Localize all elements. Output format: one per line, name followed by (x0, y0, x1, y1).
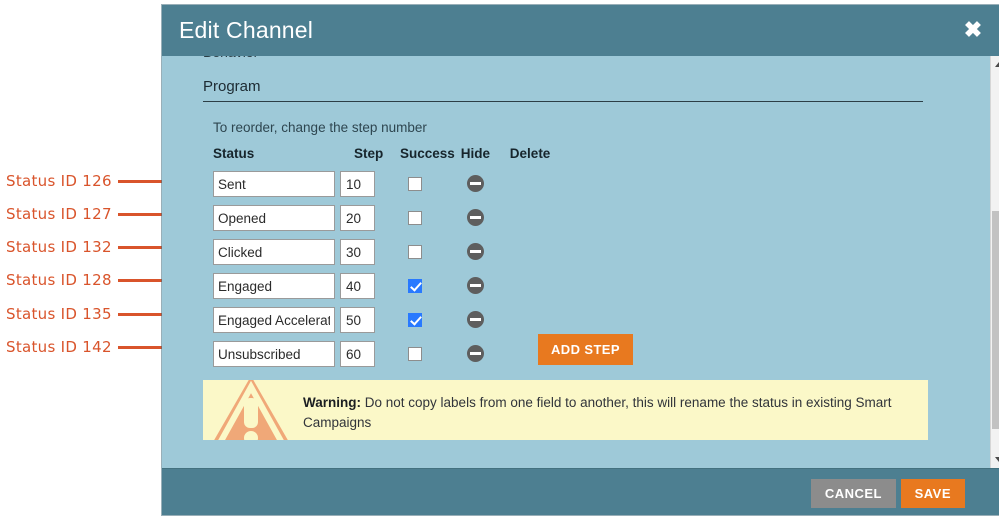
hide-cell (455, 171, 500, 205)
success-cell (390, 307, 455, 341)
cancel-button[interactable]: CANCEL (810, 479, 896, 508)
step-cell (340, 307, 390, 341)
minus-circle-icon[interactable] (466, 345, 484, 363)
annotation-label: Status ID 142 (6, 338, 112, 356)
annotation-label: Status ID 128 (6, 271, 112, 289)
minus-circle-icon[interactable] (466, 209, 484, 227)
add-step-button[interactable]: ADD STEP (538, 334, 633, 365)
annotation-label: Status ID 132 (6, 238, 112, 256)
program-field-value: Program (203, 78, 261, 95)
success-checkbox[interactable] (408, 244, 422, 259)
reorder-hint-text: To reorder, change the step number (213, 120, 427, 135)
step-input[interactable] (340, 171, 375, 197)
vertical-scrollbar[interactable] (990, 56, 999, 468)
modal-titlebar: Edit Channel ✖ (162, 5, 999, 56)
step-cell (340, 341, 390, 375)
scroll-up-arrow-icon[interactable] (991, 56, 999, 73)
step-cell (340, 239, 390, 273)
status-cell (213, 273, 340, 307)
minus-circle-icon[interactable] (466, 311, 484, 329)
step-cell (340, 171, 390, 205)
column-header-delete: Delete (509, 146, 551, 161)
scroll-down-arrow-icon[interactable] (991, 451, 999, 468)
success-checkbox[interactable] (408, 278, 422, 293)
step-input[interactable] (340, 307, 375, 333)
warning-triangle-icon (205, 380, 297, 440)
delete-cell (500, 239, 560, 273)
step-input[interactable] (340, 239, 375, 265)
warning-banner: Warning: Do not copy labels from one fie… (203, 380, 928, 440)
modal-footer: CANCEL SAVE (162, 468, 999, 515)
success-cell (390, 273, 455, 307)
annotation-label: Status ID 127 (6, 205, 112, 223)
table-row (213, 205, 560, 239)
success-checkbox[interactable] (408, 312, 422, 327)
delete-cell (500, 205, 560, 239)
delete-cell (500, 273, 560, 307)
channel-steps-table: Status Step Success Hide Delete (213, 146, 560, 375)
status-cell (213, 341, 340, 375)
program-field[interactable]: Program (203, 78, 923, 102)
step-input[interactable] (340, 341, 375, 367)
steps-table-body (213, 171, 560, 375)
column-header-step: Step (354, 146, 384, 161)
program-field-underline (203, 101, 923, 102)
success-cell (390, 341, 455, 375)
table-row (213, 341, 560, 375)
minus-circle-icon[interactable] (466, 175, 484, 193)
status-input[interactable] (213, 205, 335, 231)
table-header-row: Status Step Success Hide Delete (213, 146, 560, 171)
hide-cell (455, 239, 500, 273)
clipped-field-above-program: Behavior (203, 56, 923, 60)
status-input[interactable] (213, 307, 335, 333)
annotation-label: Status ID 126 (6, 172, 112, 190)
step-input[interactable] (340, 205, 375, 231)
hide-cell (455, 273, 500, 307)
table-row (213, 273, 560, 307)
warning-text: Warning: Do not copy labels from one fie… (303, 393, 915, 432)
hide-cell (455, 205, 500, 239)
edit-channel-modal: Edit Channel ✖ Behavior Program To reord… (162, 5, 999, 515)
modal-content: Behavior Program To reorder, change the … (162, 56, 973, 468)
step-input[interactable] (340, 273, 375, 299)
column-header-status: Status (213, 146, 255, 161)
page-title: Edit Channel (179, 17, 314, 43)
success-cell (390, 171, 455, 205)
status-cell (213, 239, 340, 273)
status-input[interactable] (213, 171, 335, 197)
status-input[interactable] (213, 341, 335, 367)
table-row (213, 307, 560, 341)
scrollbar-thumb[interactable] (992, 211, 999, 429)
hide-cell (455, 341, 500, 375)
save-button[interactable]: SAVE (900, 479, 965, 508)
success-checkbox[interactable] (408, 210, 422, 225)
status-cell (213, 307, 340, 341)
warning-body: Do not copy labels from one field to ano… (303, 395, 892, 430)
table-row (213, 239, 560, 273)
success-cell (390, 205, 455, 239)
table-row (213, 171, 560, 205)
minus-circle-icon[interactable] (466, 277, 484, 295)
success-checkbox[interactable] (408, 176, 422, 191)
close-icon[interactable]: ✖ (961, 19, 985, 43)
minus-circle-icon[interactable] (466, 243, 484, 261)
hide-cell (455, 307, 500, 341)
status-input[interactable] (213, 239, 335, 265)
warning-prefix: Warning: (303, 395, 361, 410)
column-header-hide: Hide (460, 146, 491, 161)
column-header-success: Success (400, 146, 455, 161)
status-input[interactable] (213, 273, 335, 299)
success-checkbox[interactable] (408, 346, 422, 361)
screenshot-stage: Status ID 126 Status ID 127 Status ID 132 S… (0, 0, 999, 520)
modal-body-scroll-area: Behavior Program To reorder, change the … (162, 56, 999, 468)
step-cell (340, 205, 390, 239)
status-cell (213, 171, 340, 205)
annotation-label: Status ID 135 (6, 305, 112, 323)
delete-cell (500, 171, 560, 205)
step-cell (340, 273, 390, 307)
status-cell (213, 205, 340, 239)
success-cell (390, 239, 455, 273)
